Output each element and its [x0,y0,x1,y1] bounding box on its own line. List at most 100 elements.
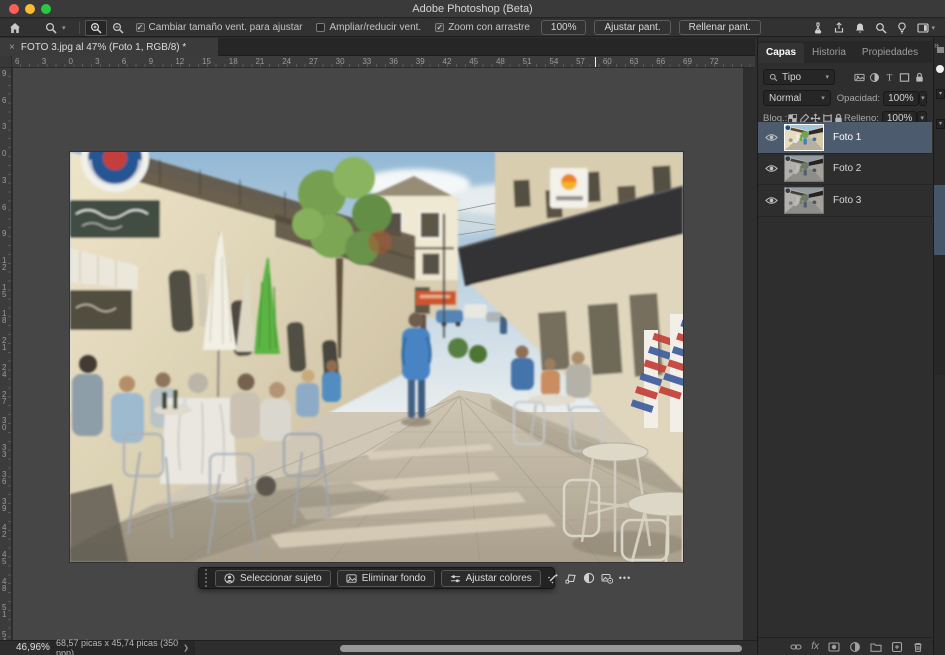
layer-effects-icon[interactable]: fx [811,641,819,652]
open-image-street-scene[interactable] [70,152,683,562]
blend-mode-dropdown[interactable]: Normal ▾ [763,90,831,106]
taskbar-more-options-button[interactable]: ••• [619,573,631,583]
status-document-info[interactable]: 68,57 picas x 45,74 picas (350 ppp) ❯ [50,641,195,655]
layers-list: Foto 1 Foto 2 Foto 3 [758,122,932,217]
layer-visibility-eye-icon[interactable] [758,164,784,173]
filter-type-dropdown[interactable]: Tipo ▾ [763,69,835,85]
layer-thumbnail[interactable] [784,124,824,151]
select-subject-button[interactable]: Seleccionar sujeto [215,570,331,587]
generative-wand-icon[interactable] [547,570,559,586]
filter-adjustment-layers-icon[interactable] [867,70,882,84]
select-subject-label: Seleccionar sujeto [240,573,322,584]
ruler-h-label: 3 [42,57,46,66]
canvas-pasteboard[interactable] [13,68,743,640]
sliver-chevron-icon: ▾ [936,119,945,129]
ruler-h-label: 60 [603,57,612,66]
beta-flask-icon[interactable] [812,22,824,34]
adjust-colors-button[interactable]: Ajustar colores [441,570,541,587]
status-chevron-icon[interactable]: ❯ [183,644,189,652]
layer-name[interactable]: Foto 3 [833,195,861,206]
ruler-h-label: 33 [362,57,371,66]
tab-close-icon[interactable]: × [9,42,15,53]
checkbox-checked-icon[interactable]: ✓ [136,23,145,32]
layer-thumbnail[interactable] [784,187,824,214]
ruler-h-label: 27 [309,57,318,66]
blend-mode-value: Normal [769,93,801,104]
tab-propiedades[interactable]: Propiedades [854,43,926,63]
add-layer-mask-icon[interactable] [828,641,840,653]
new-group-folder-icon[interactable] [870,641,882,653]
contextual-task-bar[interactable]: Seleccionar sujeto Eliminar fondo Ajusta… [198,567,555,589]
titlebar: Adobe Photoshop (Beta) [0,0,945,18]
new-layer-icon[interactable] [891,641,903,653]
filter-pixel-layers-icon[interactable] [852,70,867,84]
notifications-bell-icon[interactable] [854,22,866,34]
filter-shape-layers-icon[interactable] [897,70,912,84]
link-layers-icon[interactable] [790,641,802,653]
harmonize-image-icon[interactable] [601,570,613,586]
ruler-v-label: 3 6 [0,471,10,485]
ruler-h-label: 30 [336,57,345,66]
tab-historia[interactable]: Historia [804,43,854,63]
filter-type-layers-icon[interactable]: T [882,70,897,84]
layers-panel: Capas Historia Propiedades Tipo ▾ T Norm… [757,37,932,655]
ruler-h-label: 48 [496,57,505,66]
search-icon [769,73,778,82]
layer-name[interactable]: Foto 2 [833,163,861,174]
ruler-h-label: 39 [416,57,425,66]
ruler-v-label: 4 8 [0,578,10,592]
ruler-h-label: 69 [683,57,692,66]
ruler-v-label: 4 5 [0,551,10,565]
collapse-panels-icon[interactable]: » [934,40,939,50]
fill-screen-button[interactable]: Rellenar pant. [679,20,761,35]
tab-capas[interactable]: Capas [758,43,804,63]
layer-visibility-eye-icon[interactable] [758,196,784,205]
discover-lightbulb-icon[interactable] [896,22,908,34]
sliver-rows [934,255,945,375]
options-checkbox-0[interactable]: ✓Cambiar tamaño vent. para ajustar [136,22,303,33]
ruler-v-label: 2 4 [0,364,10,378]
layer-name[interactable]: Foto 1 [833,132,861,143]
ruler-h-label: 66 [656,57,665,66]
sliver-chevron-icon: ▾ [936,89,945,99]
options-checkbox-2[interactable]: ✓Zoom con arrastre [435,22,530,33]
workspace-switcher[interactable]: ▾ [917,22,935,34]
checkbox-unchecked-icon[interactable] [316,23,325,32]
ruler-v-label: 6 [0,204,10,211]
zoom-out-button[interactable] [107,20,129,36]
ruler-v-label: 2 1 [0,337,10,351]
zoom-in-button[interactable] [85,20,107,36]
checkbox-checked-icon[interactable]: ✓ [435,23,444,32]
ruler-v-label: 5 1 [0,604,10,618]
zoom-tool-icon[interactable] [40,20,62,36]
zoom-tool-chevron-icon[interactable]: ▾ [62,24,66,32]
share-icon[interactable] [833,22,845,34]
delete-layer-trash-icon[interactable] [912,641,924,653]
remove-background-button[interactable]: Eliminar fondo [337,570,435,587]
layer-row-foto-1[interactable]: Foto 1 [758,122,932,154]
layer-row-foto-2[interactable]: Foto 2 [758,154,932,186]
taskbar-drag-handle-icon[interactable] [205,569,209,588]
opacity-value[interactable]: 100% [883,91,919,106]
layer-thumbnail[interactable] [784,155,824,182]
status-zoom-level[interactable]: 46,96% [16,642,50,653]
adjustment-circle-icon[interactable] [583,570,595,586]
ruler-h-label: 63 [630,57,639,66]
opacity-chevron-icon[interactable]: ▾ [919,91,927,106]
options-checkbox-1[interactable]: Ampliar/reducir vent. [316,22,421,33]
fit-screen-button[interactable]: Ajustar pant. [594,20,670,35]
search-icon[interactable] [875,22,887,34]
document-tab[interactable]: × FOTO 3.jpg al 47% (Foto 1, RGB/8) * [0,38,218,56]
filter-smart-objects-icon[interactable] [912,70,927,84]
new-adjustment-layer-icon[interactable] [849,641,861,653]
ruler-v-label: 3 3 [0,444,10,458]
zoom-percent-button[interactable]: 100% [541,20,587,35]
transform-icon[interactable] [565,570,577,586]
layer-visibility-eye-icon[interactable] [758,133,784,142]
adjust-colors-label: Ajustar colores [466,573,532,584]
vertical-ruler: 96303691 21 51 82 12 42 73 03 33 63 94 2… [0,68,12,640]
layer-row-foto-3[interactable]: Foto 3 [758,185,932,217]
horizontal-scrollbar-thumb[interactable] [340,645,742,652]
home-icon[interactable] [4,20,26,36]
document-tab-bar: × FOTO 3.jpg al 47% (Foto 1, RGB/8) * [0,38,755,56]
